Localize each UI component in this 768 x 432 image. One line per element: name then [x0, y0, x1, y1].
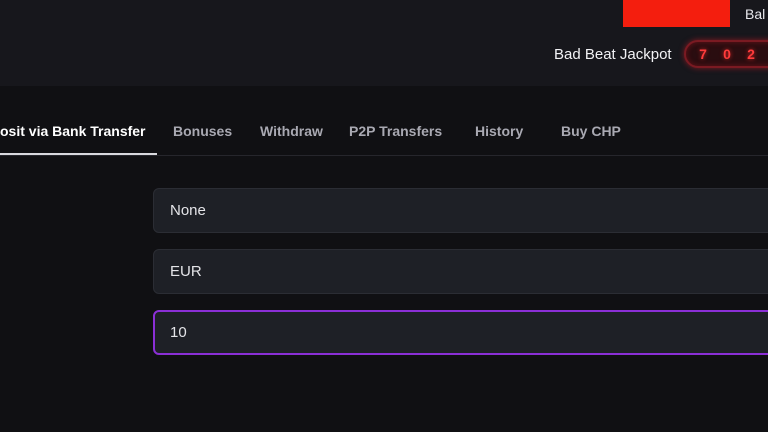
jackpot-label: Bad Beat Jackpot — [554, 46, 672, 63]
balance-label: Bal — [745, 6, 766, 22]
jackpot-digit: 2 — [747, 46, 755, 62]
cashier-tabs: osit via Bank Transfer Bonuses Withdraw … — [0, 86, 768, 156]
tab-history[interactable]: History — [475, 123, 523, 139]
jackpot-digit: 7 — [699, 46, 707, 62]
tab-buy-chp[interactable]: Buy CHP — [561, 123, 621, 139]
brand-banner — [623, 0, 730, 27]
amount-input[interactable]: 10 — [153, 310, 768, 355]
bonus-select[interactable]: None — [153, 188, 768, 233]
tab-p2p-transfers[interactable]: P2P Transfers — [349, 123, 442, 139]
jackpot-digit: 0 — [723, 46, 731, 62]
jackpot-digits: 7 0 2 — [698, 46, 756, 62]
cashier-page: Bal Bad Beat Jackpot 7 0 2 osit via Bank… — [0, 0, 768, 432]
tab-bonuses[interactable]: Bonuses — [173, 123, 232, 139]
active-tab-indicator — [0, 153, 157, 155]
tab-withdraw[interactable]: Withdraw — [260, 123, 323, 139]
jackpot-counter: 7 0 2 — [684, 40, 768, 68]
currency-field[interactable]: EUR — [153, 249, 768, 294]
tab-deposit-bank-transfer[interactable]: osit via Bank Transfer — [0, 123, 146, 139]
top-header: Bal Bad Beat Jackpot 7 0 2 — [0, 0, 768, 86]
